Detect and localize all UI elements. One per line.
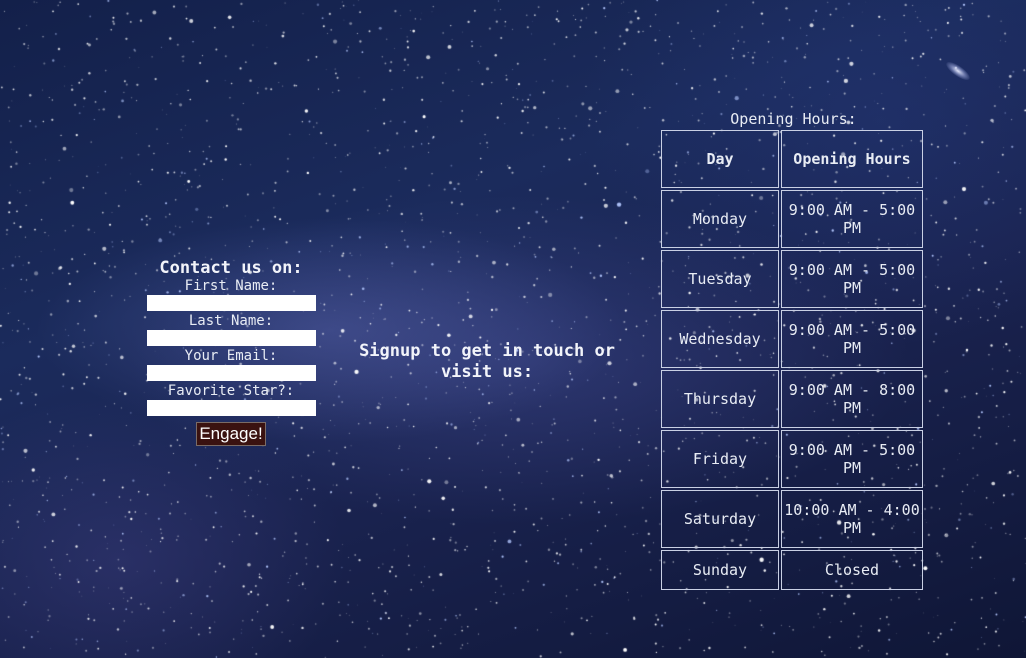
opening-hours-section: Opening Hours: Day Opening Hours Monday … bbox=[659, 110, 925, 592]
table-header-row: Day Opening Hours bbox=[661, 130, 923, 188]
engage-button[interactable]: Engage! bbox=[196, 422, 266, 446]
hours-cell: 9:00 AM - 5:00 PM bbox=[781, 250, 923, 308]
first-name-label: First Name: bbox=[184, 278, 278, 294]
hours-cell: 9:00 AM - 8:00 PM bbox=[781, 370, 923, 428]
email-label: Your Email: bbox=[184, 348, 278, 364]
last-name-input[interactable] bbox=[146, 330, 316, 346]
table-row: Wednesday 9:00 AM - 5:00 PM bbox=[661, 310, 923, 368]
table-row: Thursday 9:00 AM - 8:00 PM bbox=[661, 370, 923, 428]
email-input[interactable] bbox=[146, 365, 316, 381]
table-row: Friday 9:00 AM - 5:00 PM bbox=[661, 430, 923, 488]
last-name-label: Last Name: bbox=[188, 313, 274, 329]
hours-cell: 10:00 AM - 4:00 PM bbox=[781, 490, 923, 548]
table-row: Monday 9:00 AM - 5:00 PM bbox=[661, 190, 923, 248]
hours-cell: 9:00 AM - 5:00 PM bbox=[781, 190, 923, 248]
hours-column-header: Opening Hours bbox=[781, 130, 923, 188]
contact-title: Contact us on: bbox=[159, 258, 303, 278]
first-name-input[interactable] bbox=[146, 295, 316, 311]
day-cell: Sunday bbox=[661, 550, 779, 590]
day-column-header: Day bbox=[661, 130, 779, 188]
favorite-star-label: Favorite Star?: bbox=[167, 383, 295, 399]
hours-cell: 9:00 AM - 5:00 PM bbox=[781, 310, 923, 368]
contact-form: Contact us on: First Name: Last Name: Yo… bbox=[146, 258, 316, 446]
opening-hours-table: Day Opening Hours Monday 9:00 AM - 5:00 … bbox=[659, 128, 925, 592]
signup-text: Signup to get in touch or visit us: bbox=[359, 341, 615, 382]
favorite-star-input[interactable] bbox=[146, 400, 316, 416]
hours-cell: Closed bbox=[781, 550, 923, 590]
table-row: Tuesday 9:00 AM - 5:00 PM bbox=[661, 250, 923, 308]
hours-cell: 9:00 AM - 5:00 PM bbox=[781, 430, 923, 488]
day-cell: Thursday bbox=[661, 370, 779, 428]
day-cell: Monday bbox=[661, 190, 779, 248]
day-cell: Friday bbox=[661, 430, 779, 488]
opening-hours-caption: Opening Hours: bbox=[730, 110, 857, 128]
day-cell: Wednesday bbox=[661, 310, 779, 368]
galaxy-decoration bbox=[943, 58, 973, 84]
day-cell: Saturday bbox=[661, 490, 779, 548]
day-cell: Tuesday bbox=[661, 250, 779, 308]
table-row: Sunday Closed bbox=[661, 550, 923, 590]
table-row: Saturday 10:00 AM - 4:00 PM bbox=[661, 490, 923, 548]
